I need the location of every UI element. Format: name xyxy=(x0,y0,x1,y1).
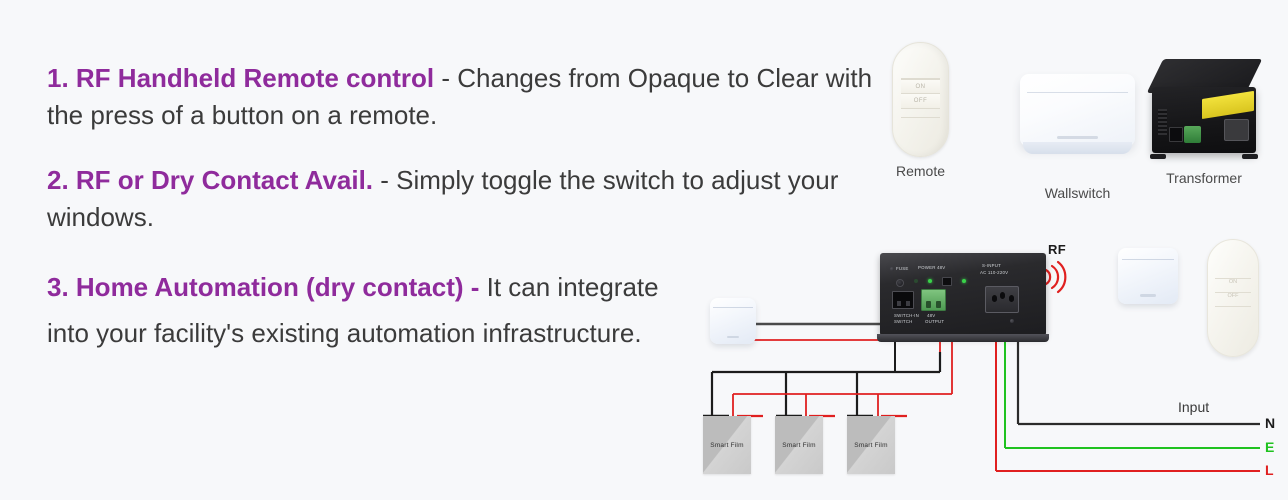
smart-film-3: Smart Film xyxy=(847,416,895,474)
controller-label-switch: SWITCH xyxy=(894,319,913,324)
controller-label-ac: AC 110-220V xyxy=(980,270,1009,275)
input-label: Input xyxy=(1178,399,1210,415)
remote-on-button: ON xyxy=(900,79,941,95)
terminal-l-label: L xyxy=(1265,462,1274,478)
feature-3-lead: 3. Home Automation (dry contact) - xyxy=(47,271,480,302)
feature-item-2: 2. RF or Dry Contact Avail. - Simply tog… xyxy=(47,162,877,237)
feature-2-lead: 2. RF or Dry Contact Avail. xyxy=(47,164,374,195)
wallswitch-device-icon xyxy=(1020,74,1135,157)
controller-label-output: OUTPUT xyxy=(925,319,945,324)
wiring-diagram: FUSE POWER 48V S-INPUT AC 110-220V SWITC… xyxy=(690,230,1288,500)
diagram-controller-unit: FUSE POWER 48V S-INPUT AC 110-220V SWITC… xyxy=(876,253,1050,342)
terminal-n-label: N xyxy=(1265,415,1276,431)
controller-label-power: POWER 48V xyxy=(918,265,946,270)
feature-1-lead: 1. RF Handheld Remote control xyxy=(47,63,435,93)
smart-film-1: Smart Film xyxy=(703,416,751,474)
smart-film-2: Smart Film xyxy=(775,416,823,474)
terminal-e-label: E xyxy=(1265,439,1275,455)
product-remote: ON OFF Remote xyxy=(892,42,949,179)
product-strip: ON OFF Remote Wallswitch Transformer xyxy=(880,42,1280,201)
diagram-wallswitch xyxy=(710,298,756,344)
diagram-remote-right: ON OFF xyxy=(1207,239,1259,357)
controller-label-48v: 48V xyxy=(927,313,936,318)
controller-label-fuse: FUSE xyxy=(896,266,909,271)
remote-off-button: OFF xyxy=(900,94,941,110)
feature-item-1: 1. RF Handheld Remote control - Changes … xyxy=(47,60,877,135)
remote-device-icon: ON OFF xyxy=(892,42,949,157)
rf-label: RF xyxy=(1048,242,1066,257)
smart-film-3-label: Smart Film xyxy=(854,441,888,449)
smart-film-1-label: Smart Film xyxy=(710,441,744,449)
product-transformer: Transformer xyxy=(1146,59,1262,186)
infographic-root: 1. RF Handheld Remote control - Changes … xyxy=(0,0,1288,500)
controller-label-switchin: SWITCH-IN xyxy=(894,313,919,318)
diagram-remote-on-label: ON xyxy=(1228,279,1238,286)
smart-film-2-label: Smart Film xyxy=(782,441,816,449)
diagram-wallswitch-right xyxy=(1118,248,1178,304)
feature-item-3: 3. Home Automation (dry contact) - It ca… xyxy=(47,264,697,357)
diagram-remote-off-label: OFF xyxy=(1227,293,1239,300)
transformer-device-icon xyxy=(1146,59,1262,159)
controller-label-sinput: S-INPUT xyxy=(982,263,1001,268)
product-wallswitch: Wallswitch xyxy=(1020,74,1135,201)
product-wallswitch-caption: Wallswitch xyxy=(1044,185,1111,201)
product-remote-caption: Remote xyxy=(895,163,946,179)
rf-signal-icon xyxy=(1044,260,1067,294)
product-transformer-caption: Transformer xyxy=(1166,170,1242,186)
